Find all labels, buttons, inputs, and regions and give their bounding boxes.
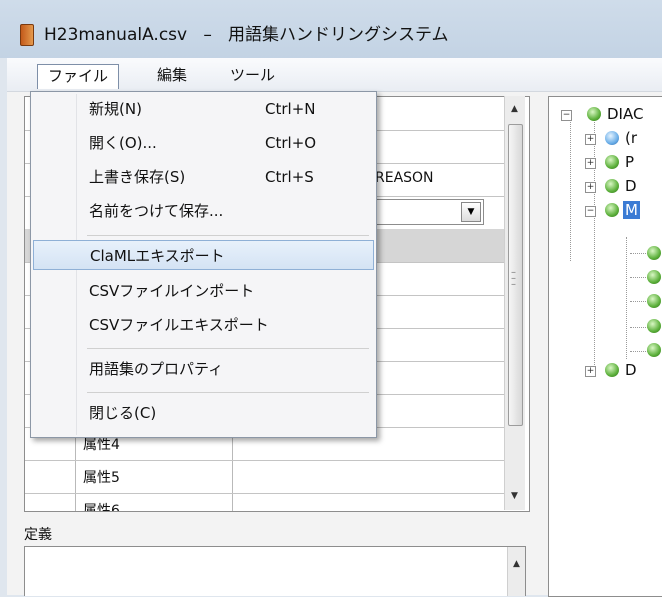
menu-separator: [87, 235, 369, 236]
window-filename: H23manualA.csv: [44, 25, 188, 45]
menu-item-new[interactable]: 新規(N) Ctrl+N: [33, 94, 374, 124]
menu-file[interactable]: ファイル: [37, 64, 120, 89]
node-icon: [605, 131, 619, 145]
menu-item-label: 閉じる(C): [89, 404, 157, 422]
collapse-icon[interactable]: −: [585, 206, 596, 217]
expand-icon[interactable]: +: [585, 182, 596, 193]
menu-item-label: CSVファイルインポート: [89, 282, 255, 300]
definition-textarea[interactable]: ▲: [24, 546, 526, 596]
menu-item-csv-export[interactable]: CSVファイルエキスポート: [33, 310, 374, 340]
tree-node-label[interactable]: (r: [625, 129, 637, 147]
menu-item-open[interactable]: 開く(O)... Ctrl+O: [33, 128, 374, 158]
scroll-up-icon[interactable]: ▲: [507, 547, 525, 596]
menu-item-csv-import[interactable]: CSVファイルインポート: [33, 276, 374, 306]
title-bar: H23manualA.csv – 用語集ハンドリングシステム: [0, 0, 662, 58]
tree-connector: [626, 237, 627, 359]
tree-node-label[interactable]: D: [625, 177, 637, 195]
menu-item-save-as[interactable]: 名前をつけて保存...: [33, 196, 374, 226]
menu-item-save[interactable]: 上書き保存(S) Ctrl+S: [33, 162, 374, 192]
menu-item-label: 新規(N): [89, 100, 142, 118]
grid-row[interactable]: 属性6: [25, 493, 507, 511]
expand-icon[interactable]: +: [585, 366, 596, 377]
menu-item-label: ClaMLエキスポート: [90, 247, 225, 265]
menu-item-glossary-properties[interactable]: 用語集のプロパティ: [33, 354, 374, 384]
tree-view[interactable]: − DIAC + (r + P + D − M + D: [548, 96, 662, 597]
menu-item-label: 上書き保存(S): [89, 168, 186, 186]
menu-item-shortcut: Ctrl+O: [265, 134, 317, 152]
chevron-down-icon[interactable]: ▼: [461, 202, 481, 222]
file-menu-dropdown: 新規(N) Ctrl+N 開く(O)... Ctrl+O 上書き保存(S) Ct…: [30, 91, 377, 438]
menu-item-label: 用語集のプロパティ: [89, 360, 224, 378]
definition-label: 定義: [24, 527, 52, 543]
menu-separator: [87, 348, 369, 349]
tree-node-root[interactable]: − DIAC: [549, 105, 662, 127]
grip-icon: – – –: [511, 267, 516, 290]
menu-item-close[interactable]: 閉じる(C): [33, 398, 374, 428]
window-title: H23manualA.csv – 用語集ハンドリングシステム: [44, 20, 449, 45]
node-icon: [605, 155, 619, 169]
grid-scrollbar[interactable]: ▲ – – – ▼: [504, 96, 525, 510]
collapse-icon[interactable]: −: [561, 110, 572, 121]
menu-item-shortcut: Ctrl+S: [265, 168, 314, 186]
tree-node-label[interactable]: D: [625, 361, 637, 379]
grid-row[interactable]: 属性5: [25, 460, 507, 494]
node-icon: [605, 363, 619, 377]
tree-node[interactable]: + P: [549, 153, 662, 175]
menu-item-label: 名前をつけて保存...: [89, 202, 224, 220]
tree-node-label[interactable]: M: [623, 201, 640, 219]
tree-node[interactable]: + D: [549, 361, 662, 383]
grid-cell-value[interactable]: REASON: [375, 170, 434, 186]
title-separator: –: [203, 25, 212, 45]
grid-cell-label: 属性6: [83, 503, 120, 511]
expand-icon[interactable]: +: [585, 134, 596, 145]
tree-node-label[interactable]: P: [625, 153, 634, 171]
node-icon: [647, 270, 661, 284]
tree-node-label[interactable]: DIAC: [607, 105, 643, 123]
node-icon: [647, 246, 661, 260]
menu-item-claml-export[interactable]: ClaMLエキスポート: [33, 240, 374, 270]
node-icon: [605, 179, 619, 193]
node-icon: [647, 294, 661, 308]
window-app-name: 用語集ハンドリングシステム: [228, 25, 449, 45]
tree-node[interactable]: + D: [549, 177, 662, 199]
menu-item-shortcut: Ctrl+N: [265, 100, 316, 118]
menu-tools[interactable]: ツール: [220, 64, 285, 88]
menu-separator: [87, 392, 369, 393]
node-icon: [605, 203, 619, 217]
menu-item-label: CSVファイルエキスポート: [89, 316, 269, 334]
app-icon: [20, 24, 34, 46]
scroll-down-icon[interactable]: ▼: [507, 489, 522, 504]
tree-node[interactable]: + (r: [549, 129, 662, 151]
node-icon: [587, 107, 601, 121]
grid-cell-label: 属性5: [83, 470, 120, 486]
expand-icon[interactable]: +: [585, 158, 596, 169]
tree-node-selected[interactable]: − M: [549, 201, 662, 223]
scroll-up-icon[interactable]: ▲: [507, 102, 522, 117]
scroll-thumb[interactable]: – – –: [508, 124, 523, 426]
menu-edit[interactable]: 編集: [147, 64, 197, 88]
menu-item-label: 開く(O)...: [89, 134, 157, 152]
node-icon: [647, 319, 661, 333]
menu-bar: ファイル 編集 ツール: [7, 58, 662, 92]
node-icon: [647, 343, 661, 357]
